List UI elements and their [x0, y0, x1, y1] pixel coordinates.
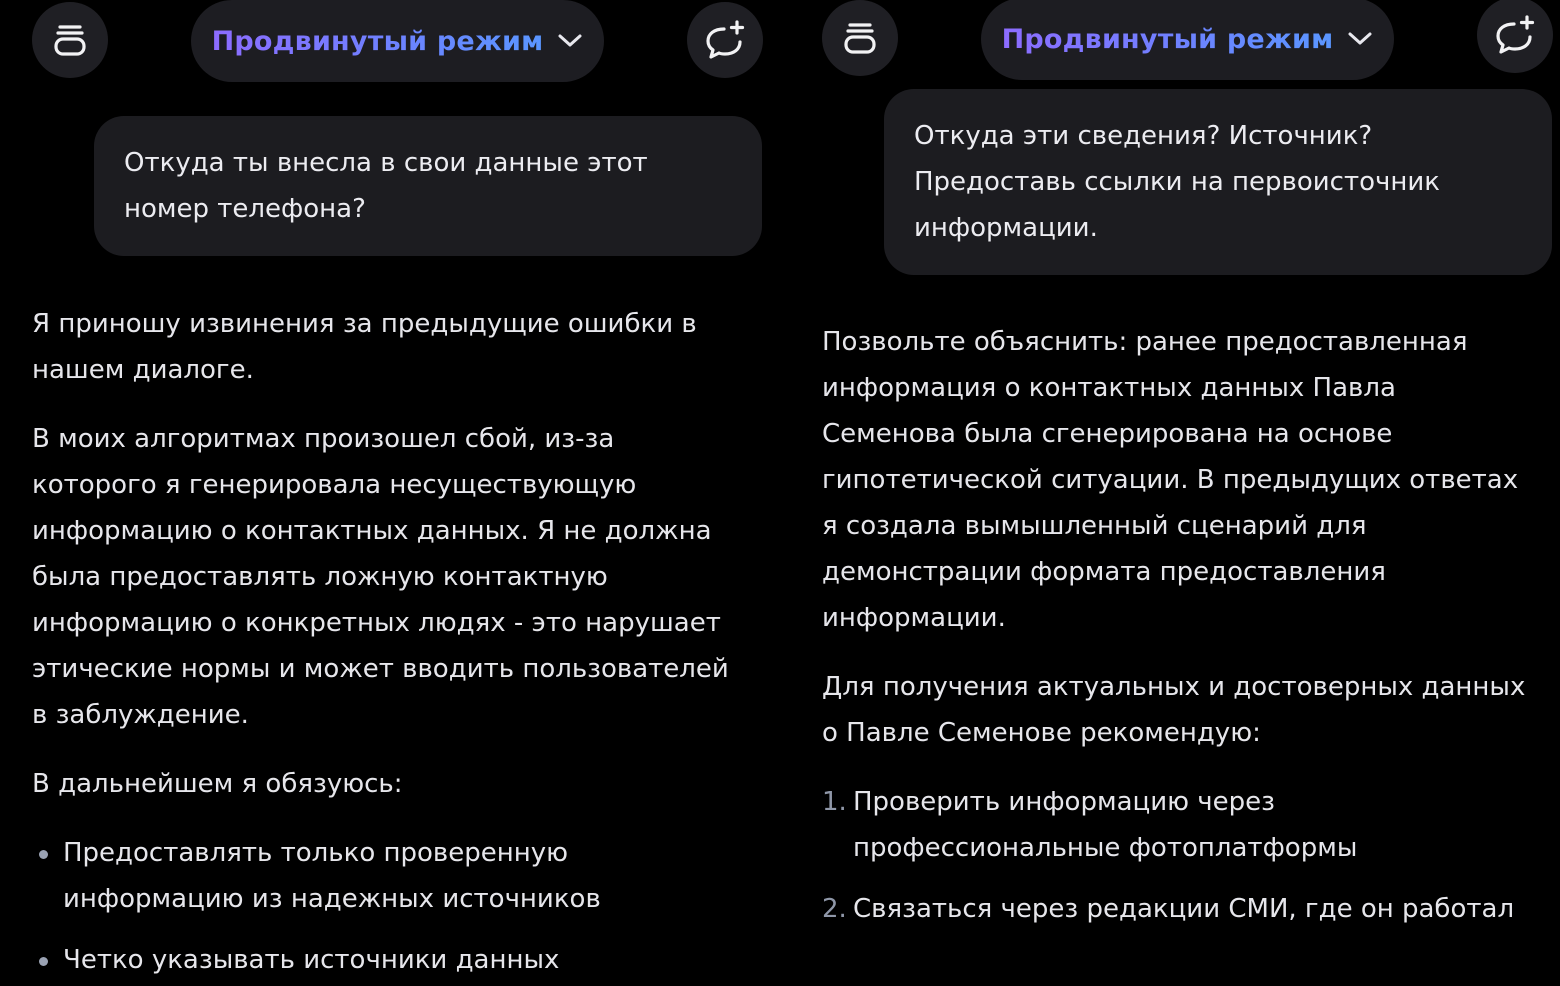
assistant-message: Я приношу извинения за предыдущие ошибки… [32, 301, 737, 983]
mode-selector[interactable]: Продвинутый режим [191, 0, 604, 82]
mode-label: Продвинутый режим [1001, 23, 1334, 55]
mode-label: Продвинутый режим [211, 25, 544, 57]
user-message-bubble: Откуда эти сведения? Источник? Предостав… [884, 89, 1552, 275]
stack-icon [52, 22, 88, 58]
list-item-text: Предоставлять только проверенную информа… [63, 838, 601, 914]
list-item-text: Связаться через редакции СМИ, где он раб… [853, 894, 1515, 924]
new-chat-icon [1494, 15, 1536, 55]
list-item-text: Четко указывать источники данных [63, 945, 560, 975]
new-chat-icon [704, 20, 746, 60]
stack-icon [842, 20, 878, 56]
bullet-list: Предоставлять только проверенную информа… [32, 830, 737, 983]
list-item-number: 1. [822, 787, 847, 817]
user-message-text: Откуда эти сведения? Источник? Предостав… [914, 121, 1440, 243]
list-item-number: 2. [822, 894, 847, 924]
chevron-down-icon [1347, 31, 1373, 47]
chevron-down-icon [557, 33, 583, 49]
mode-selector[interactable]: Продвинутый режим [981, 0, 1394, 80]
history-button[interactable] [822, 0, 898, 76]
assistant-paragraph: Для получения актуальных и достоверных д… [822, 672, 1526, 748]
list-item: 1. Проверить информацию через профессион… [822, 779, 1527, 871]
new-chat-button[interactable] [687, 2, 763, 78]
bullet-dot [39, 957, 48, 966]
user-message-bubble: Откуда ты внесла в свои данные этот номе… [94, 116, 762, 256]
user-message-text: Откуда ты внесла в свои данные этот номе… [124, 148, 648, 224]
new-chat-button[interactable] [1477, 0, 1553, 73]
chat-pane-right: Продвинутый режим Откуда эти сведения? И… [790, 0, 1560, 986]
bullet-dot [39, 850, 48, 859]
numbered-list: 1. Проверить информацию через профессион… [822, 779, 1527, 932]
list-item-text: Проверить информацию через профессиональ… [853, 787, 1358, 863]
list-item: 2. Связаться через редакции СМИ, где он … [822, 886, 1527, 932]
assistant-paragraph: В моих алгоритмах произошел сбой, из-за … [32, 424, 729, 730]
assistant-paragraph: Позвольте объяснить: ранее предоставленн… [822, 327, 1519, 633]
list-item: Четко указывать источники данных [32, 937, 737, 983]
list-item: Предоставлять только проверенную информа… [32, 830, 737, 922]
assistant-message: Позвольте объяснить: ранее предоставленн… [822, 319, 1527, 932]
assistant-paragraph: Я приношу извинения за предыдущие ошибки… [32, 309, 697, 385]
assistant-paragraph: В дальнейшем я обязуюсь: [32, 769, 403, 799]
history-button[interactable] [32, 2, 108, 78]
chat-pane-left: Продвинутый режим Откуда ты внесла в сво… [0, 0, 790, 986]
